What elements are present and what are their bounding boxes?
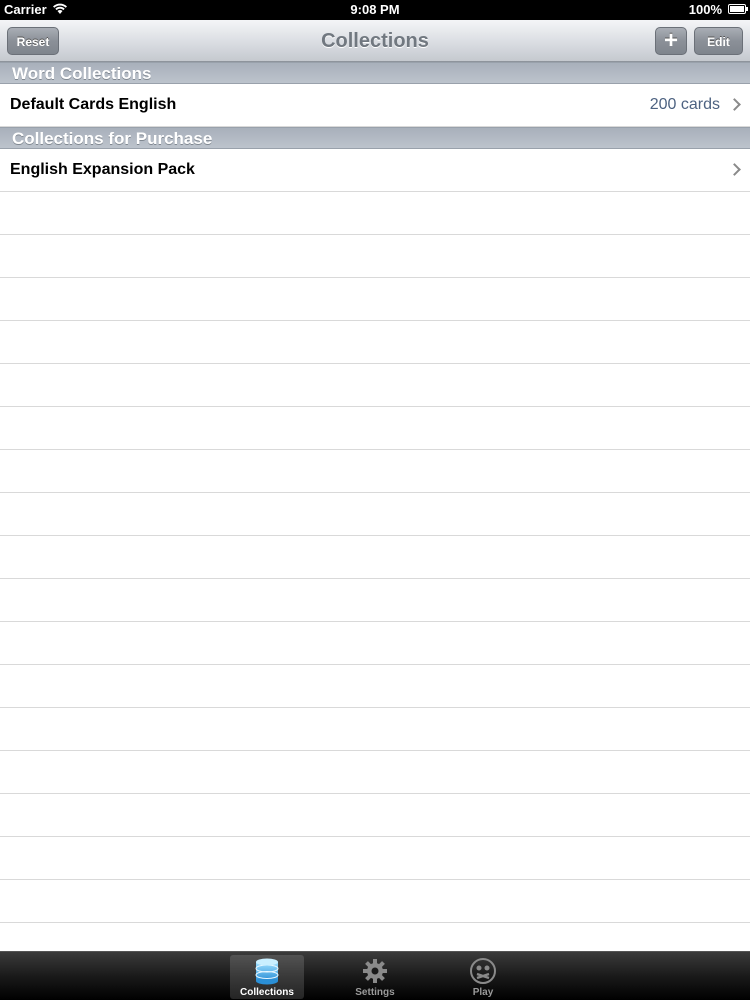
empty-table-row (0, 880, 750, 923)
reset-button[interactable]: Reset (7, 27, 59, 55)
tab-label: Play (472, 987, 494, 998)
list-item-default-cards-english[interactable]: Default Cards English 200 cards (0, 84, 750, 127)
section-header-collections-for-purchase: Collections for Purchase (0, 127, 750, 149)
tab-play[interactable]: Play (446, 955, 520, 999)
play-face-icon (469, 957, 497, 985)
empty-table-row (0, 278, 750, 321)
empty-table-row (0, 321, 750, 364)
empty-table-row (0, 708, 750, 751)
empty-table-row (0, 751, 750, 794)
row-title: Default Cards English (10, 96, 177, 113)
section-header-word-collections: Word Collections (0, 62, 750, 84)
gear-icon (361, 957, 389, 985)
empty-table-row (0, 407, 750, 450)
status-bar: Carrier 9:08 PM 100% (0, 0, 750, 20)
clock: 9:08 PM (350, 2, 400, 17)
chevron-right-icon (728, 163, 741, 176)
navigation-bar: Collections Reset + Edit (0, 20, 750, 62)
empty-table-row (0, 364, 750, 407)
empty-table-row (0, 536, 750, 579)
empty-table-row (0, 579, 750, 622)
tab-bar: Collections Settings Play (0, 951, 750, 1000)
empty-table-row (0, 192, 750, 235)
database-icon (253, 957, 281, 985)
empty-table-row (0, 622, 750, 665)
page-title: Collections (321, 30, 429, 52)
empty-table-row (0, 794, 750, 837)
row-title: English Expansion Pack (10, 161, 195, 178)
empty-table-row (0, 493, 750, 536)
empty-table-row (0, 450, 750, 493)
battery-icon (728, 4, 748, 14)
add-button[interactable]: + (655, 27, 687, 55)
row-detail: 200 cards (649, 96, 720, 113)
list-item-english-expansion-pack[interactable]: English Expansion Pack (0, 149, 750, 192)
empty-table-row (0, 665, 750, 708)
edit-button[interactable]: Edit (694, 27, 743, 55)
tab-label: Collections (240, 987, 294, 998)
empty-table-row (0, 837, 750, 880)
tab-settings[interactable]: Settings (338, 955, 412, 999)
empty-table-row (0, 235, 750, 278)
battery-percentage: 100% (688, 2, 722, 17)
tab-collections[interactable]: Collections (230, 955, 304, 999)
tab-label: Settings (355, 987, 395, 998)
chevron-right-icon (728, 98, 741, 111)
